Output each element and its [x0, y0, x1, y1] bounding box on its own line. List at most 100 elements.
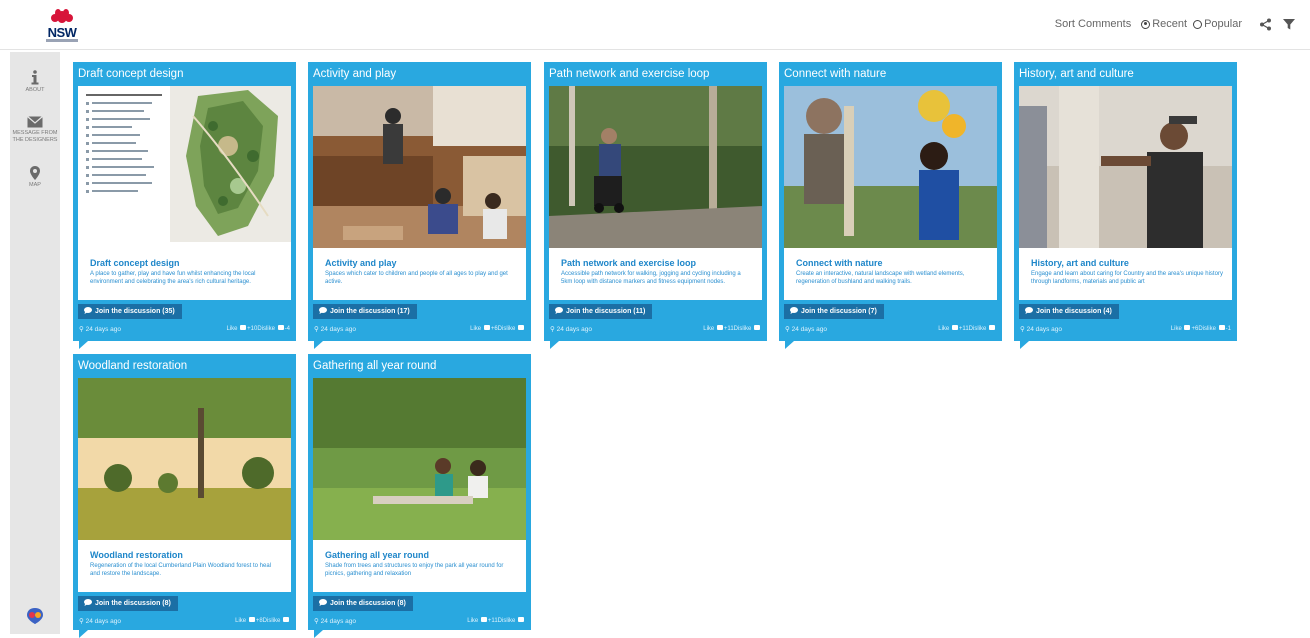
sort-recent-radio[interactable]: Recent — [1141, 18, 1187, 30]
card-description: A place to gather, play and have fun whi… — [90, 271, 256, 285]
join-discussion-label: Join the discussion (8) — [330, 600, 406, 607]
dislike-button[interactable]: Dislike — [734, 325, 761, 332]
reactions: Like +8 Dislike — [235, 617, 290, 624]
waratah-icon — [51, 9, 73, 23]
reactions: Like +11 Dislike — [703, 325, 761, 332]
dislike-button[interactable]: Dislike — [498, 617, 525, 624]
post-age: ⚲ 24 days ago — [1020, 326, 1062, 333]
filter-icon[interactable] — [1282, 17, 1296, 31]
thumbs-down-icon — [518, 325, 524, 330]
card-heading: Path network and exercise loop — [561, 258, 697, 268]
join-discussion-button[interactable]: Join the discussion (8) — [78, 596, 178, 611]
thumbs-up-icon — [248, 617, 255, 622]
card-history-art-culture[interactable]: History, art and culture History, art an… — [1014, 62, 1237, 349]
like-button[interactable]: Like +11 — [467, 617, 498, 624]
sidebar: ABOUT MESSAGE FROM THE DESIGNERS MAP — [10, 52, 60, 634]
join-discussion-button[interactable]: Join the discussion (8) — [313, 596, 413, 611]
radio-unselected-icon — [1193, 19, 1203, 29]
card-connect-with-nature[interactable]: Connect with nature Connect with nature … — [779, 62, 1002, 349]
card-heading: Woodland restoration — [90, 550, 183, 560]
user-icon: ⚲ — [785, 326, 792, 333]
comment-icon — [555, 307, 563, 316]
card-panel: Connect with nature Create an interactiv… — [784, 86, 997, 300]
join-discussion-label: Join the discussion (8) — [95, 600, 171, 607]
card-panel: Path network and exercise loop Accessibl… — [549, 86, 762, 300]
thumbs-down-icon — [283, 617, 289, 622]
like-button[interactable]: Like +6 — [1171, 325, 1198, 332]
social-pinpoint-logo[interactable] — [24, 606, 46, 626]
dislike-button[interactable]: Dislike — [498, 325, 525, 332]
sort-popular-radio[interactable]: Popular — [1193, 18, 1242, 30]
thumbs-up-icon — [480, 617, 487, 622]
join-discussion-button[interactable]: Join the discussion (35) — [78, 304, 182, 319]
join-discussion-label: Join the discussion (35) — [95, 308, 175, 315]
like-button[interactable]: Like +11 — [938, 325, 969, 332]
nsw-logo[interactable]: NSW — [44, 8, 80, 44]
dislike-button[interactable]: Dislike -4 — [257, 325, 290, 332]
dislike-button[interactable]: Dislike -1 — [1198, 325, 1231, 332]
thumbs-up-icon — [240, 325, 247, 330]
join-discussion-button[interactable]: Join the discussion (7) — [784, 304, 884, 319]
comment-icon — [790, 307, 798, 316]
thumbs-down-icon — [754, 325, 760, 330]
card-gathering-all-year-round[interactable]: Gathering all year round Gathering all y… — [308, 354, 531, 638]
dislike-button[interactable]: Dislike — [969, 325, 996, 332]
card-draft-concept-design[interactable]: Draft concept design Draft concept desig… — [73, 62, 296, 349]
reactions: Like +10 Dislike -4 — [226, 325, 290, 332]
join-discussion-button[interactable]: Join the discussion (17) — [313, 304, 417, 319]
thumbs-down-icon — [989, 325, 995, 330]
woodland-photo — [78, 378, 291, 540]
dislike-button[interactable]: Dislike — [263, 617, 290, 624]
reactions: Like +6 Dislike — [470, 325, 525, 332]
sidebar-label-map: MAP — [29, 182, 41, 188]
card-description: Accessible path network for walking, jog… — [561, 271, 741, 285]
card-heading: Connect with nature — [796, 258, 883, 268]
join-discussion-button[interactable]: Join the discussion (4) — [1019, 304, 1119, 319]
card-woodland-restoration[interactable]: Woodland restoration Woodland restoratio… — [73, 354, 296, 638]
card-description: Shade from trees and structures to enjoy… — [325, 563, 504, 577]
thumbs-down-icon — [1218, 325, 1225, 330]
like-button[interactable]: Like +10 — [226, 325, 257, 332]
card-panel: Draft concept design A place to gather, … — [78, 86, 291, 300]
comment-icon — [319, 307, 327, 316]
card-description: Engage and learn about caring for Countr… — [1031, 271, 1223, 285]
thumbs-up-icon — [1184, 325, 1191, 330]
user-icon: ⚲ — [1020, 326, 1027, 333]
thumbs-down-icon — [277, 325, 284, 330]
card-title: Gathering all year round — [313, 360, 437, 372]
card-path-network[interactable]: Path network and exercise loop Path netw… — [544, 62, 767, 349]
card-heading: History, art and culture — [1031, 258, 1129, 268]
card-heading: Gathering all year round — [325, 550, 430, 560]
connect-nature-photo — [784, 86, 997, 248]
comment-icon — [1025, 307, 1033, 316]
thumbs-up-icon — [716, 325, 723, 330]
thumbs-up-icon — [483, 325, 490, 330]
like-button[interactable]: Like +11 — [703, 325, 734, 332]
thumbs-up-icon — [951, 325, 958, 330]
info-icon — [31, 70, 39, 85]
card-activity-and-play[interactable]: Activity and play Activity and play Spac… — [308, 62, 531, 349]
post-age: ⚲ 24 days ago — [314, 326, 356, 333]
share-icon[interactable] — [1258, 17, 1272, 31]
sidebar-label-message: MESSAGE FROM THE DESIGNERS — [12, 130, 58, 143]
sort-popular-label: Popular — [1204, 18, 1242, 30]
comment-icon — [319, 599, 327, 608]
thumbs-down-icon — [518, 617, 524, 622]
card-description: Create an interactive, natural landscape… — [796, 271, 965, 285]
sidebar-item-about[interactable]: ABOUT — [10, 70, 60, 94]
path-network-photo — [549, 86, 762, 248]
like-button[interactable]: Like +8 — [235, 617, 263, 624]
join-discussion-label: Join the discussion (7) — [801, 308, 877, 315]
card-panel: Gathering all year round Shade from tree… — [313, 378, 526, 592]
sidebar-item-map[interactable]: MAP — [10, 166, 60, 189]
comment-icon — [84, 599, 92, 608]
card-title: History, art and culture — [1019, 68, 1134, 80]
logo-text: NSW — [47, 25, 77, 40]
sidebar-item-message[interactable]: MESSAGE FROM THE DESIGNERS — [10, 116, 60, 144]
join-discussion-button[interactable]: Join the discussion (11) — [549, 304, 653, 319]
card-heading: Draft concept design — [90, 258, 180, 268]
like-button[interactable]: Like +6 — [470, 325, 498, 332]
post-age: ⚲ 24 days ago — [79, 618, 121, 625]
comment-icon — [84, 307, 92, 316]
logo-government-bar — [46, 39, 78, 42]
